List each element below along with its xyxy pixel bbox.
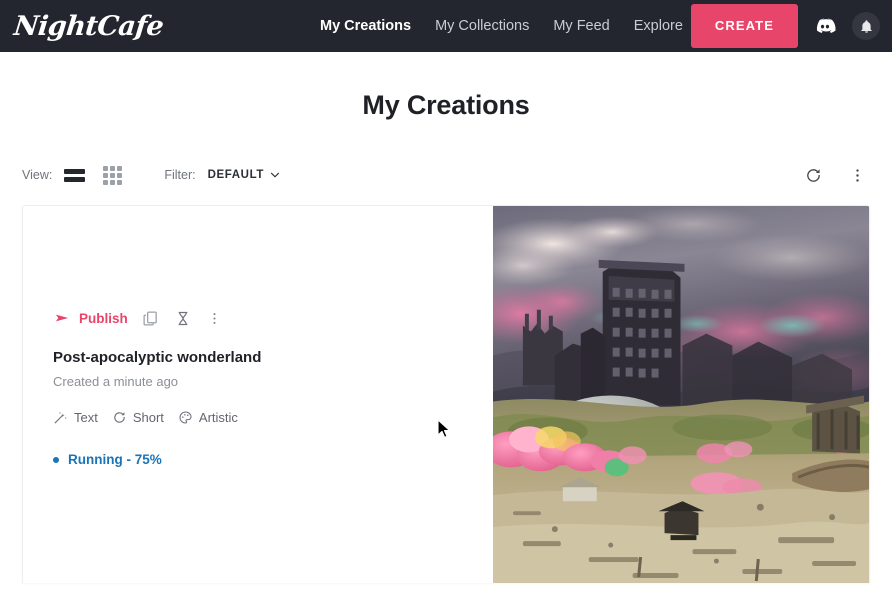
nav-link-my-creations[interactable]: My Creations [320,18,411,34]
refresh-icon[interactable] [800,162,826,188]
creation-card[interactable]: Publish Post-apocalyptic wonderland Crea… [22,205,870,583]
filter-group: Filter: DEFAULT [164,168,281,182]
more-vertical-icon[interactable] [844,162,870,188]
creations-toolbar: View: Filter: DEFAULT [0,161,892,189]
tag-text-label: Text [74,410,98,425]
creation-title: Post-apocalyptic wonderland [53,349,262,366]
filter-label: Filter: [164,168,196,182]
loop-icon [114,412,125,423]
status-label: Running - 75% [68,452,162,467]
nav-link-my-feed[interactable]: My Feed [553,18,609,34]
palette-icon [179,411,192,424]
creation-status: Running - 75% [53,452,162,467]
page-title: My Creations [362,90,530,120]
status-dot-icon [53,456,59,463]
magic-wand-icon [54,411,67,424]
creation-timestamp: Created a minute ago [53,374,179,389]
copy-icon[interactable] [142,309,160,327]
creation-actions: Publish [53,309,224,327]
primary-nav-links: My Creations My Collections My Feed Expl… [320,18,683,34]
view-label: View: [22,168,53,182]
tag-short: Short [112,410,164,425]
top-navigation-bar: NightCafe My Creations My Collections My… [0,0,892,52]
filter-dropdown[interactable]: DEFAULT [208,169,281,181]
discord-icon[interactable] [812,13,838,39]
tag-short-label: Short [132,410,164,425]
creation-artwork[interactable] [493,206,869,583]
creation-more-vertical-icon[interactable] [206,309,224,327]
filter-value-text: DEFAULT [207,169,264,181]
grid-view-icon[interactable] [103,165,123,185]
tag-text: Text [53,410,98,425]
tag-artistic: Artistic [178,410,238,425]
create-button[interactable]: CREATE [690,4,798,48]
list-view-icon[interactable] [64,167,86,183]
send-icon [55,314,69,322]
publish-label: Publish [79,310,128,326]
bell-icon[interactable] [852,12,880,40]
creation-tags: Text Short Artistic [53,410,238,425]
nav-link-explore[interactable]: Explore [634,18,683,34]
view-mode-group [64,165,123,185]
publish-button[interactable]: Publish [53,311,128,326]
tag-artistic-label: Artistic [198,410,238,425]
nav-right-group: CREATE [690,4,880,48]
toolbar-actions [800,162,870,188]
hourglass-icon[interactable] [174,309,192,327]
nav-link-my-collections[interactable]: My Collections [435,18,529,34]
chevron-down-icon [270,172,280,178]
creation-details: Publish Post-apocalyptic wonderland Crea… [23,206,493,583]
nightcafe-logo[interactable]: NightCafe [12,11,164,42]
